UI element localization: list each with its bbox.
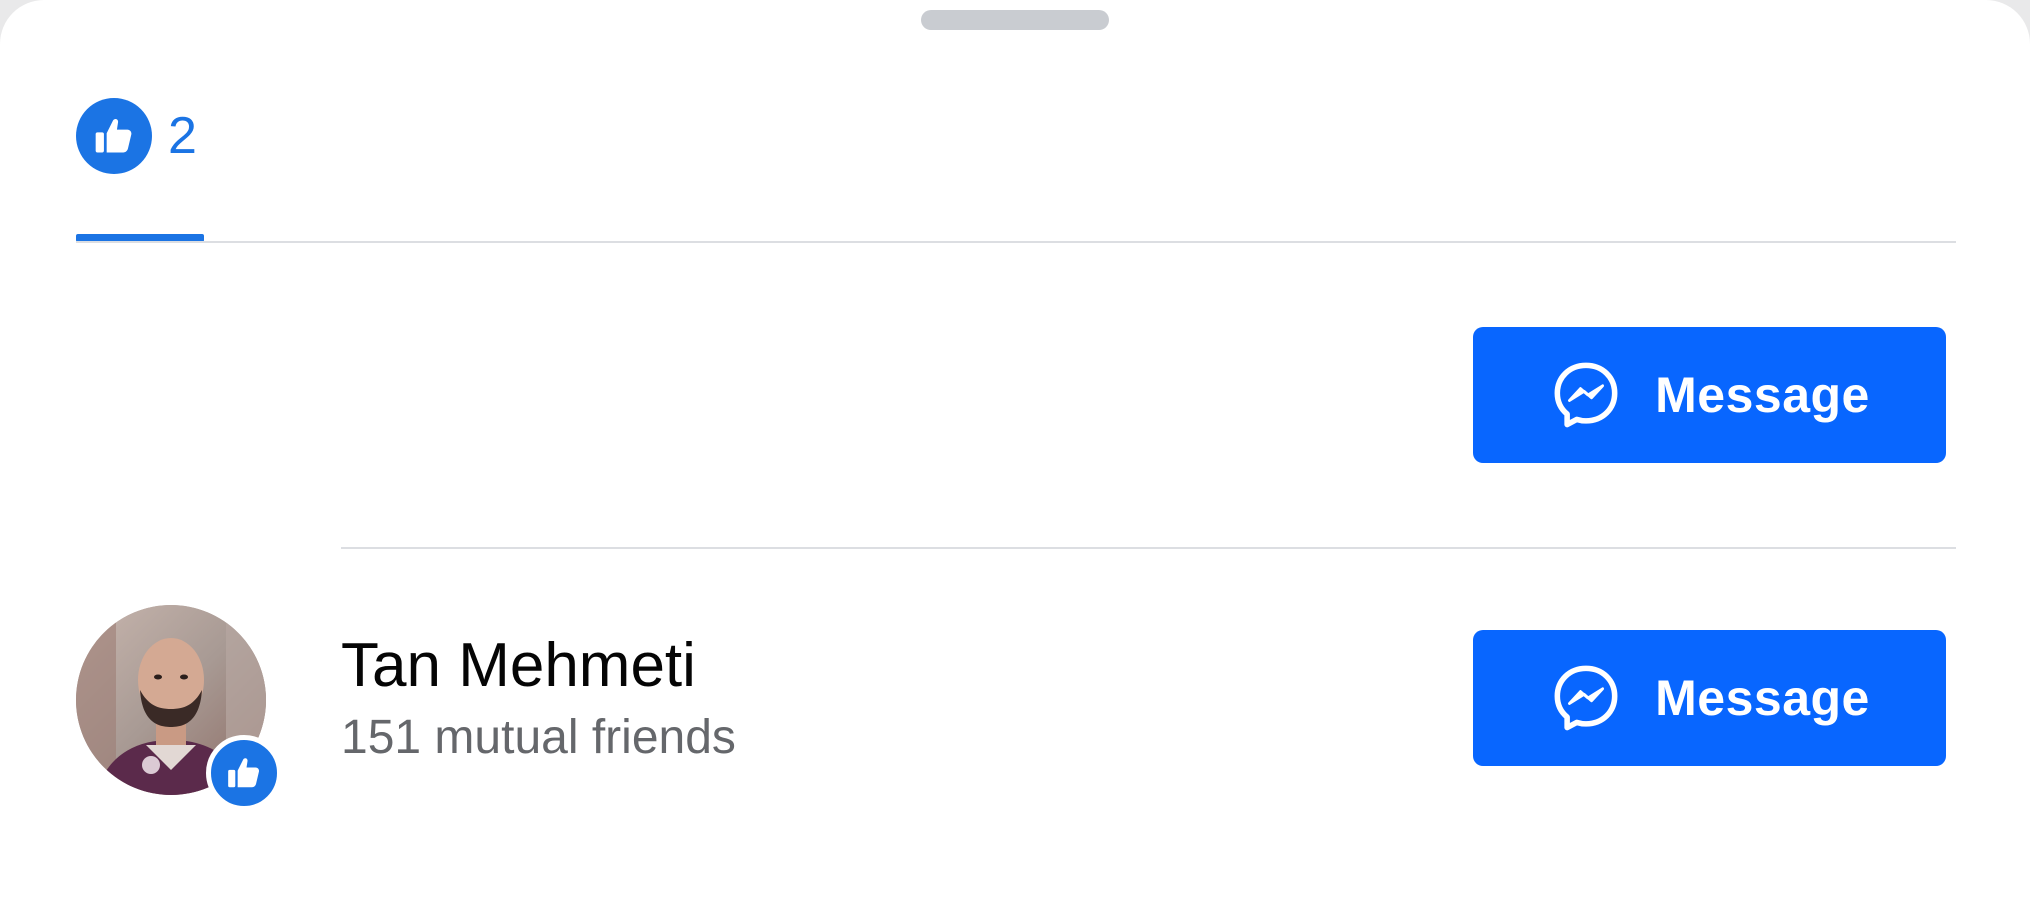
message-button[interactable]: Message [1473, 630, 1946, 766]
messenger-icon [1549, 358, 1623, 432]
avatar-container[interactable] [76, 605, 282, 811]
tab-divider [76, 241, 1956, 243]
message-button-label: Message [1655, 670, 1870, 726]
message-button[interactable]: Message [1473, 327, 1946, 463]
messenger-icon [1549, 661, 1623, 735]
tab-like-reactions[interactable]: 2 [76, 96, 197, 176]
message-button-label: Message [1655, 367, 1870, 423]
reaction-list-item: Message [0, 300, 2030, 546]
reactions-sheet: 2 Message Tan Mehmeti 151 mutual friends… [0, 0, 2030, 920]
sheet-grabber[interactable] [921, 10, 1109, 30]
reaction-count: 2 [168, 107, 197, 165]
reaction-list-item: Tan Mehmeti 151 mutual friends Message [0, 548, 2030, 848]
person-info: Tan Mehmeti 151 mutual friends [341, 630, 736, 768]
mutual-friends-count: 151 mutual friends [341, 711, 736, 764]
thumbs-up-icon [76, 98, 152, 174]
person-name[interactable]: Tan Mehmeti [341, 630, 736, 702]
thumbs-up-icon [206, 735, 282, 811]
